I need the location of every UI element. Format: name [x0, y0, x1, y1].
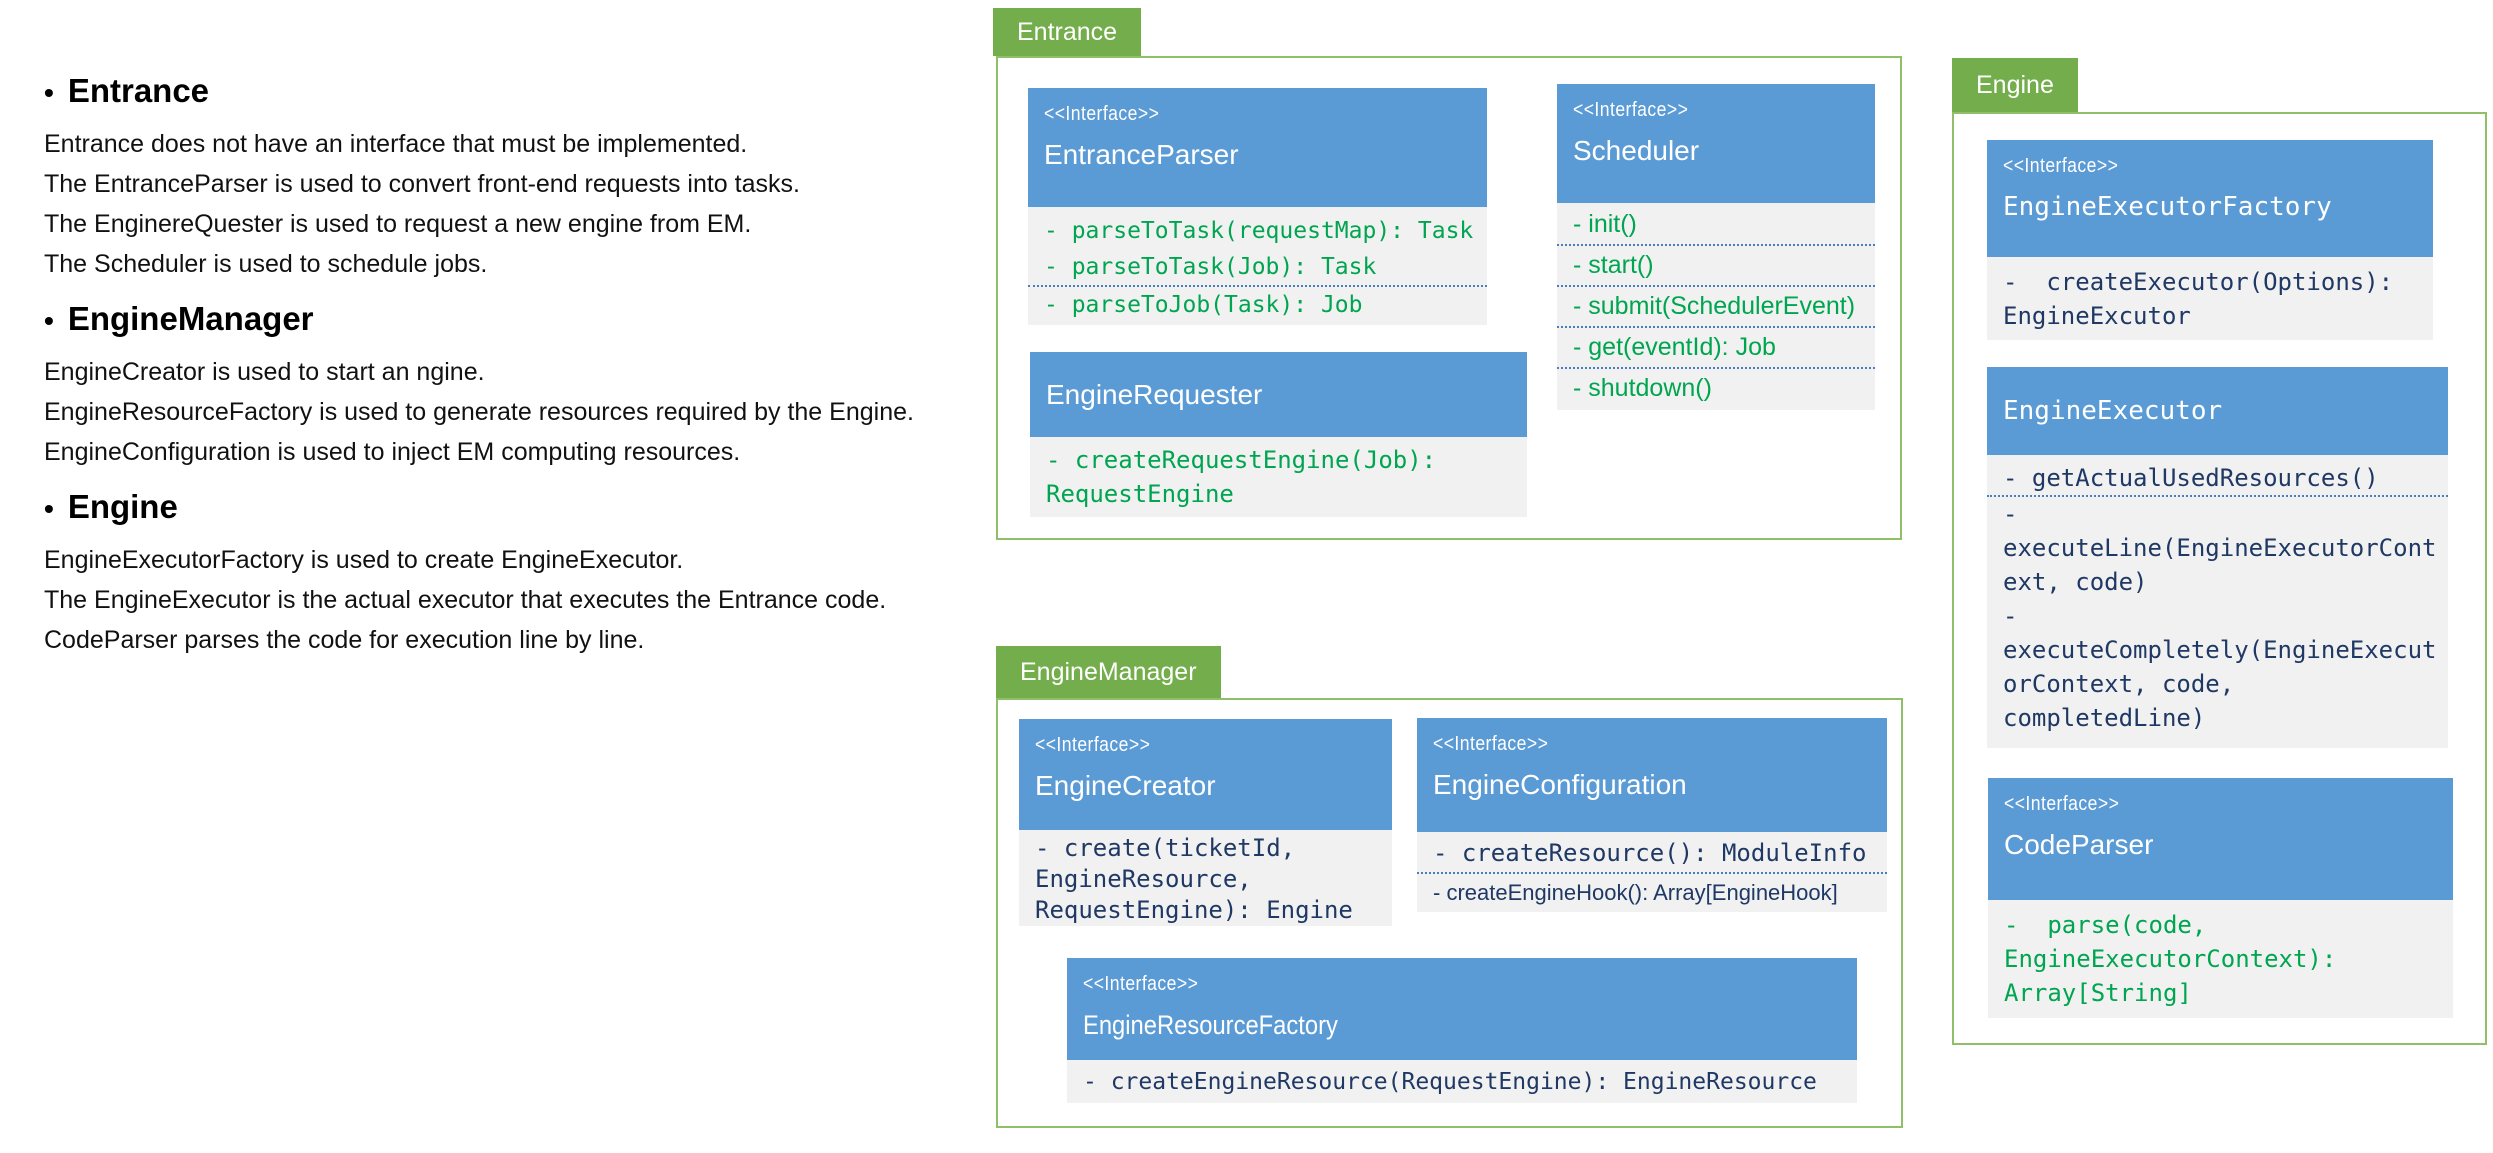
engine-resource-factory-header: <<Interface>> EngineResourceFactory [1067, 958, 1857, 1060]
notes-heading-text: Engine [68, 488, 178, 525]
method-item: - init() [1557, 205, 1875, 244]
bullet-icon: • [44, 305, 54, 336]
notes-heading-engine: • Engine [44, 486, 974, 530]
class-box-engine-executor: EngineExecutor - getActualUsedResources(… [1987, 367, 2448, 748]
entrance-parser-methods: - parseToTask(requestMap): Task - parseT… [1028, 207, 1487, 325]
method-item: - shutdown() [1557, 367, 1875, 408]
notes-line: EngineExecutorFactory is used to create … [44, 540, 974, 580]
box-title: EngineExecutor [2003, 394, 2222, 428]
notes-line: EngineCreator is used to start an ngine. [44, 352, 974, 392]
engine-manager-group-tag: EngineManager [996, 646, 1221, 698]
stereotype-label: <<Interface>> [1573, 98, 1825, 122]
notes-line: Entrance does not have an interface that… [44, 124, 974, 164]
method-item: - createExecutor(Options): EngineExcutor [1987, 265, 2433, 333]
engine-executor-factory-header: <<Interface>> EngineExecutorFactory [1987, 140, 2433, 257]
method-item: - executeCompletely(EngineExecutorContex… [1987, 599, 2448, 735]
notes-line: EngineResourceFactory is used to generat… [44, 392, 974, 432]
engine-configuration-methods: - createResource(): ModuleInfo - createE… [1417, 832, 1887, 912]
engine-resource-factory-methods: - createEngineResource(RequestEngine): E… [1067, 1060, 1857, 1103]
notes-line: CodeParser parses the code for execution… [44, 620, 974, 660]
method-item: - parseToJob(Task): Job [1028, 285, 1487, 323]
box-title: EngineResourceFactory [1083, 1008, 1750, 1042]
engine-creator-methods: - create(ticketId, EngineResource, Reque… [1019, 830, 1392, 926]
method-item: - createEngineHook(): Array[EngineHook] [1417, 872, 1887, 912]
stereotype-label: <<Interface>> [1083, 972, 1750, 996]
method-item: - parseToTask(Job): Task [1028, 249, 1487, 285]
box-title: EngineRequester [1046, 378, 1262, 412]
notes-line: The EnginereQuester is used to request a… [44, 204, 974, 244]
engine-group-tag: Engine [1952, 58, 2078, 112]
engine-executor-header: EngineExecutor [1987, 367, 2448, 455]
notes-line: EngineConfiguration is used to inject EM… [44, 432, 974, 472]
interface-box-engine-configuration: <<Interface>> EngineConfiguration - crea… [1417, 718, 1887, 912]
entrance-group-label: Entrance [1017, 18, 1117, 47]
box-title: EngineConfiguration [1433, 768, 1871, 802]
engine-manager-group-label: EngineManager [1020, 658, 1197, 687]
stereotype-label: <<Interface>> [2003, 154, 2367, 178]
interface-box-code-parser: <<Interface>> CodeParser - parse(code, E… [1988, 778, 2453, 1018]
method-item: - parse(code, EngineExecutorContext): Ar… [1988, 908, 2453, 1010]
box-title: EngineCreator [1035, 769, 1376, 803]
stereotype-label: <<Interface>> [1035, 733, 1335, 757]
scheduler-methods: - init() - start() - submit(SchedulerEve… [1557, 203, 1875, 410]
notes-heading-entrance: • Entrance [44, 70, 974, 114]
notes-heading-engine-manager: • EngineManager [44, 298, 974, 342]
notes-line: The EngineExecutor is the actual executo… [44, 580, 974, 620]
method-item: - getActualUsedResources() [1987, 461, 2448, 495]
notes-panel: • Entrance Entrance does not have an inte… [44, 70, 974, 660]
engine-configuration-header: <<Interface>> EngineConfiguration [1417, 718, 1887, 832]
notes-line: The EntranceParser is used to convert fr… [44, 164, 974, 204]
box-title: Scheduler [1573, 134, 1859, 168]
method-item: - executeLine(EngineExecutorContext, cod… [1987, 495, 2448, 599]
bullet-icon: • [44, 77, 54, 108]
engine-requester-header: EngineRequester [1030, 352, 1527, 437]
interface-box-engine-resource-factory: <<Interface>> EngineResourceFactory - cr… [1067, 958, 1857, 1103]
method-item: - createRequestEngine(Job): RequestEngin… [1030, 443, 1527, 511]
notes-line: The Scheduler is used to schedule jobs. [44, 244, 974, 284]
class-box-engine-requester: EngineRequester - createRequestEngine(Jo… [1030, 352, 1527, 517]
method-item: - create(ticketId, EngineResource, Reque… [1019, 833, 1392, 926]
method-item: - createEngineResource(RequestEngine): E… [1067, 1067, 1857, 1097]
entrance-group-tag: Entrance [993, 8, 1141, 56]
engine-creator-header: <<Interface>> EngineCreator [1019, 719, 1392, 830]
engine-executor-methods: - getActualUsedResources() - executeLine… [1987, 455, 2448, 748]
stereotype-label: <<Interface>> [1433, 732, 1818, 756]
box-title: CodeParser [2004, 828, 2437, 862]
stereotype-label: <<Interface>> [1044, 102, 1420, 126]
scheduler-header: <<Interface>> Scheduler [1557, 84, 1875, 203]
box-title: EngineExecutorFactory [2003, 190, 2417, 224]
interface-box-engine-executor-factory: <<Interface>> EngineExecutorFactory - cr… [1987, 140, 2433, 340]
notes-heading-text: Entrance [68, 72, 209, 109]
box-title: EntranceParser [1044, 138, 1471, 172]
interface-box-scheduler: <<Interface>> Scheduler - init() - start… [1557, 84, 1875, 410]
method-item: - get(eventId): Job [1557, 326, 1875, 367]
code-parser-methods: - parse(code, EngineExecutorContext): Ar… [1988, 900, 2453, 1018]
method-item: - start() [1557, 244, 1875, 285]
method-item: - parseToTask(requestMap): Task [1028, 213, 1487, 249]
notes-heading-text: EngineManager [68, 300, 314, 337]
engine-executor-factory-methods: - createExecutor(Options): EngineExcutor [1987, 257, 2433, 340]
method-item: - createResource(): ModuleInfo [1417, 834, 1887, 872]
code-parser-header: <<Interface>> CodeParser [1988, 778, 2453, 900]
engine-requester-methods: - createRequestEngine(Job): RequestEngin… [1030, 437, 1527, 517]
engine-group-label: Engine [1976, 71, 2054, 100]
interface-box-engine-creator: <<Interface>> EngineCreator - create(tic… [1019, 719, 1392, 926]
bullet-icon: • [44, 493, 54, 524]
entrance-parser-header: <<Interface>> EntranceParser [1028, 88, 1487, 207]
stereotype-label: <<Interface>> [2004, 792, 2385, 816]
interface-box-entrance-parser: <<Interface>> EntranceParser - parseToTa… [1028, 88, 1487, 325]
method-item: - submit(SchedulerEvent) [1557, 285, 1875, 326]
